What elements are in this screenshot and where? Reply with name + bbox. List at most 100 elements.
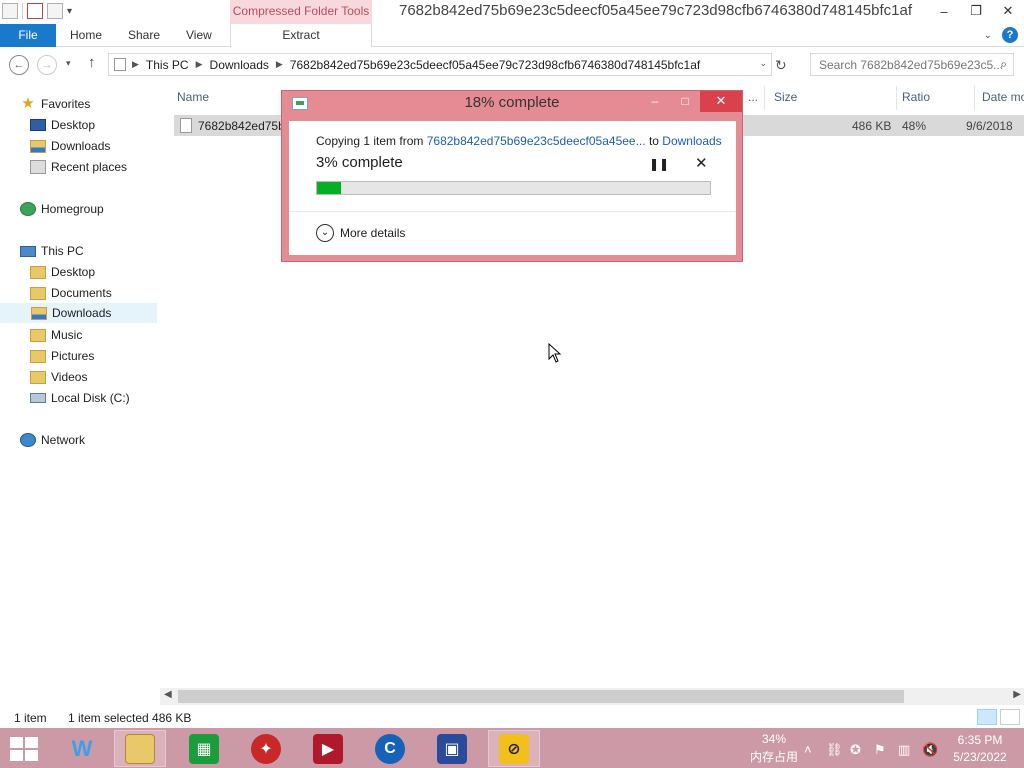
photo-tool-icon: ▣: [437, 733, 467, 764]
tray-security-icon[interactable]: ✪: [850, 742, 861, 758]
tab-share[interactable]: Share: [128, 24, 160, 47]
quick-access-toolbar: ▾: [2, 3, 72, 19]
column-divider[interactable]: [896, 86, 897, 110]
taskbar-app-browser[interactable]: C: [364, 730, 416, 767]
forward-arrow-icon[interactable]: →: [37, 55, 57, 75]
nav-label: Recent places: [51, 160, 128, 174]
tray-expand-icon[interactable]: ˄: [804, 742, 812, 757]
taskbar-app-antivirus[interactable]: ✦: [240, 730, 292, 767]
close-icon[interactable]: ✕: [992, 0, 1024, 22]
column-header-size[interactable]: Size: [774, 90, 797, 104]
refresh-icon[interactable]: ↻: [775, 57, 787, 74]
pause-icon[interactable]: ❚❚: [649, 157, 669, 171]
taskbar-app-file-explorer[interactable]: [114, 730, 166, 767]
memory-percent[interactable]: 34%: [758, 732, 790, 746]
breadcrumb-this-pc[interactable]: This PC: [146, 58, 189, 72]
nav-label: Favorites: [41, 97, 91, 111]
new-document-icon[interactable]: [27, 3, 43, 19]
context-tab-group-label: Compressed Folder Tools: [230, 0, 372, 24]
volume-muted-icon[interactable]: 🔇: [922, 742, 938, 758]
taskbar-app-ld-player[interactable]: ⊘: [488, 730, 540, 767]
tab-file[interactable]: File: [0, 24, 56, 47]
properties-icon[interactable]: [2, 3, 18, 19]
tray-link-icon[interactable]: ⛓: [826, 742, 843, 758]
window-controls: – ❐ ✕: [928, 0, 1024, 22]
nav-network[interactable]: Network: [20, 430, 177, 450]
taskbar-app-photo-tool[interactable]: ▣: [426, 730, 478, 767]
desktop-folder-icon: [30, 265, 46, 279]
memory-label[interactable]: 内存占用: [748, 748, 800, 765]
help-icon[interactable]: ?: [1002, 27, 1018, 43]
breadcrumb-archive[interactable]: 7682b842ed75b69e23c5deecf05a45ee79c723d9…: [290, 58, 700, 72]
taskbar: W ▦ ✦ ▶ C ▣ ⊘ 34% 内存占用 ˄ ⛓ ✪ ⚑ ▥ 🔇 6:35 …: [0, 728, 1024, 768]
recent-locations-chevron-icon[interactable]: ▾: [66, 58, 71, 69]
column-header-ratio[interactable]: Ratio: [902, 90, 930, 104]
clock-date[interactable]: 5/23/2022: [948, 750, 1012, 764]
tab-view[interactable]: View: [186, 24, 212, 47]
column-divider[interactable]: [974, 86, 975, 110]
nav-favorites[interactable]: ★ Favorites: [20, 94, 177, 114]
up-arrow-icon[interactable]: ↑: [88, 54, 96, 71]
customize-toolbar-chevron-icon[interactable]: ▾: [67, 6, 72, 17]
nav-label: This PC: [41, 244, 84, 258]
nav-pc-downloads[interactable]: Downloads: [0, 303, 157, 323]
nav-label: Local Disk (C:): [51, 391, 130, 405]
search-input[interactable]: Search 7682b842ed75b69e23c5... ⌕: [810, 53, 1014, 76]
back-arrow-icon[interactable]: ←: [9, 55, 29, 75]
taskbar-app-wps[interactable]: W: [56, 730, 108, 767]
ribbon-controls: ⌄ ?: [984, 27, 1018, 43]
horizontal-scrollbar[interactable]: ◀ ▶: [160, 688, 1024, 705]
scrollbar-thumb[interactable]: [178, 690, 904, 703]
cancel-icon[interactable]: ✕: [695, 154, 708, 172]
store-icon: ▦: [189, 733, 219, 764]
large-icons-view-icon[interactable]: [1000, 709, 1020, 725]
minimize-icon[interactable]: –: [928, 0, 960, 22]
progress-bar: [316, 181, 711, 195]
homegroup-icon: [20, 202, 36, 216]
breadcrumb-chevron-icon[interactable]: ▶: [196, 59, 203, 70]
computer-icon: [20, 245, 36, 257]
source-link[interactable]: 7682b842ed75b69e23c5deecf05a45ee...: [427, 134, 646, 148]
column-divider[interactable]: [764, 86, 765, 110]
destination-link[interactable]: Downloads: [662, 134, 721, 148]
address-bar[interactable]: ▶ This PC ▶ Downloads ▶ 7682b842ed75b69e…: [108, 53, 772, 76]
column-header-name[interactable]: Name: [177, 90, 209, 104]
mouse-pointer-icon: [548, 343, 562, 363]
expand-ribbon-chevron-icon[interactable]: ⌄: [984, 30, 992, 41]
nav-homegroup[interactable]: Homegroup: [20, 199, 177, 219]
address-dropdown-icon[interactable]: ⌄: [759, 58, 767, 69]
nav-label: Homegroup: [41, 202, 104, 216]
dialog-maximize-icon[interactable]: □: [670, 91, 700, 112]
details-view-icon[interactable]: [977, 709, 997, 725]
folder-icon[interactable]: [47, 3, 63, 19]
search-placeholder: Search 7682b842ed75b69e23c5...: [819, 58, 1004, 72]
pictures-folder-icon: [30, 349, 46, 363]
windows-start-icon[interactable]: [10, 737, 38, 761]
restore-icon[interactable]: ❐: [960, 0, 992, 22]
dialog-close-icon[interactable]: ✕: [700, 91, 742, 112]
breadcrumb-downloads[interactable]: Downloads: [210, 58, 269, 72]
breadcrumb-chevron-icon[interactable]: ▶: [132, 59, 139, 70]
more-details-button[interactable]: ⌄ More details: [316, 224, 405, 242]
column-header-date[interactable]: Date mo: [982, 90, 1024, 104]
taskbar-app-recorder[interactable]: ▶: [302, 730, 354, 767]
search-icon[interactable]: ⌕: [1000, 57, 1007, 72]
network-status-icon[interactable]: ▥: [898, 742, 910, 758]
action-center-flag-icon[interactable]: ⚑: [874, 742, 886, 758]
ribbon-tabs: File Home Share View Extract ⌄ ?: [0, 24, 1024, 47]
scroll-right-arrow-icon[interactable]: ▶: [1013, 689, 1021, 700]
clock-time[interactable]: 6:35 PM: [952, 733, 1008, 747]
nav-label: Downloads: [52, 306, 112, 320]
file-size: 486 KB: [852, 119, 892, 133]
nav-label: Videos: [51, 370, 88, 384]
tab-home[interactable]: Home: [70, 24, 102, 47]
column-header-truncated[interactable]: ...: [748, 90, 758, 104]
nav-this-pc[interactable]: This PC: [20, 241, 177, 261]
dialog-minimize-icon[interactable]: –: [640, 91, 670, 112]
taskbar-app-store[interactable]: ▦: [178, 730, 230, 767]
item-count: 1 item: [14, 711, 47, 725]
shield-icon: ✦: [251, 733, 281, 764]
tab-extract[interactable]: Extract: [230, 24, 372, 47]
scroll-left-arrow-icon[interactable]: ◀: [164, 689, 172, 700]
breadcrumb-chevron-icon[interactable]: ▶: [276, 59, 283, 70]
